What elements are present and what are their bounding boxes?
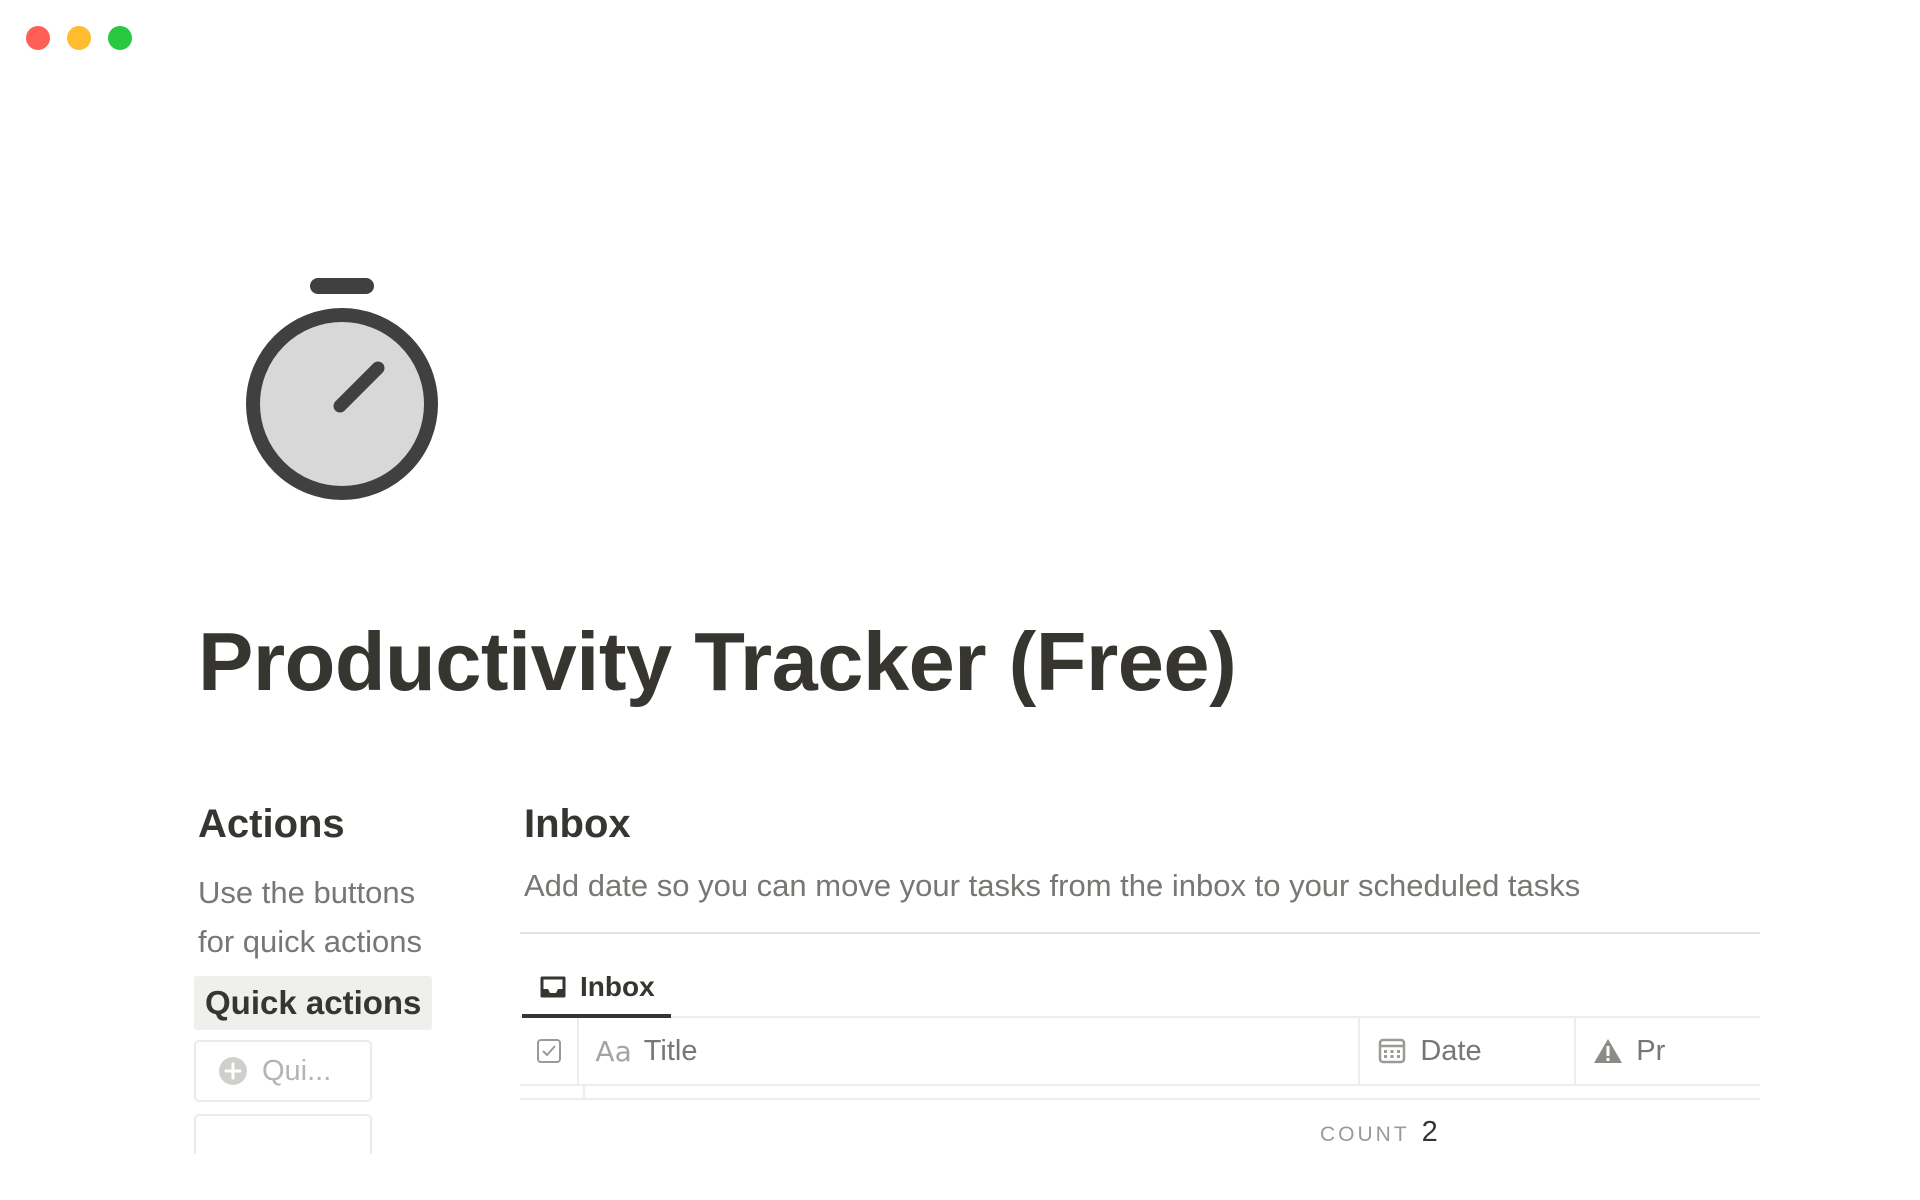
column-header-title[interactable]: Aa Title — [579, 1018, 1361, 1084]
table-header: Aa Title Date Pr — [520, 1018, 1760, 1086]
column-header-priority[interactable]: Pr — [1576, 1018, 1760, 1084]
table-row[interactable] — [520, 1086, 1760, 1100]
tab-inbox-view[interactable]: Inbox — [522, 958, 671, 1018]
close-window-button[interactable] — [26, 26, 50, 50]
notion-page: Productivity Tracker (Free) Actions Use … — [0, 0, 1920, 1200]
quick-actions-label: Quick actions — [194, 976, 433, 1030]
warning-triangle-icon — [1594, 1039, 1623, 1063]
plus-circle-icon — [219, 1057, 247, 1085]
inbox-heading: Inbox — [524, 802, 631, 846]
actions-heading: Actions — [198, 802, 345, 846]
tab-inbox-label: Inbox — [580, 971, 655, 1002]
column-header-checkbox[interactable] — [520, 1018, 580, 1084]
count-summary[interactable]: COUNT 2 — [1320, 1116, 1438, 1149]
inbox-description: Add date so you can move your tasks from… — [524, 868, 1581, 903]
calendar-icon — [1379, 1038, 1406, 1064]
actions-description: Use the buttons for quick actions — [198, 875, 422, 959]
database-view-tabs: Inbox — [520, 958, 1760, 1018]
minimize-window-button[interactable] — [67, 26, 91, 50]
count-value: 2 — [1421, 1116, 1438, 1148]
table-footer: COUNT 2 — [520, 1116, 1760, 1156]
divider — [520, 932, 1760, 934]
quick-action-button[interactable]: Qui... — [194, 1040, 372, 1102]
column-header-title-label: Title — [643, 1034, 698, 1067]
quick-action-button-label: Qui... — [262, 1054, 332, 1087]
column-header-date-label: Date — [1420, 1034, 1482, 1067]
quick-action-button-2[interactable] — [194, 1114, 372, 1154]
maximize-window-button[interactable] — [108, 26, 132, 50]
table-row-checkbox-cell[interactable] — [520, 1086, 585, 1098]
count-label: COUNT — [1320, 1123, 1410, 1146]
page-title[interactable]: Productivity Tracker (Free) — [198, 620, 1237, 703]
inbox-tray-icon — [540, 976, 566, 998]
inbox-column: Inbox Add date so you can move your task… — [520, 800, 1760, 1156]
column-header-priority-label: Pr — [1636, 1034, 1666, 1067]
actions-column: Actions Use the buttons for quick action… — [194, 800, 438, 1154]
checkbox-icon — [536, 1039, 561, 1063]
window-controls — [26, 26, 132, 50]
stopwatch-icon[interactable] — [246, 278, 440, 504]
column-header-date[interactable]: Date — [1360, 1018, 1577, 1084]
text-aa-icon: Aa — [595, 1034, 632, 1068]
